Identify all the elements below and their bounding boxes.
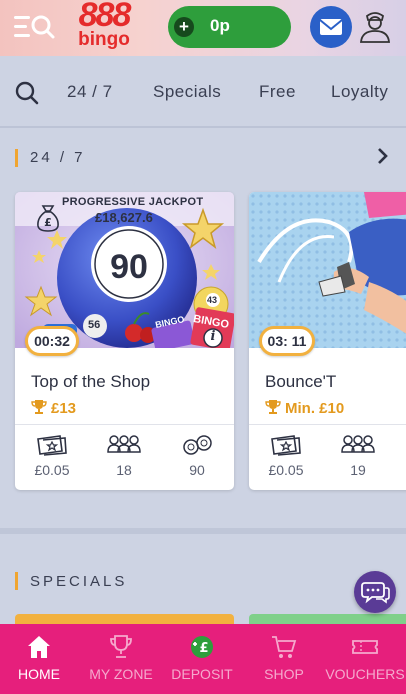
info-icon[interactable]: i [208, 329, 218, 344]
balance-button[interactable]: + 0p [168, 6, 291, 48]
game-title: Bounce'T [265, 372, 337, 391]
logo-word: bingo [78, 29, 130, 50]
card-divider [249, 424, 406, 425]
game-timer: 03: 11 [259, 326, 315, 356]
stat-ball-type: 90 [167, 434, 227, 478]
players-icon [107, 435, 141, 453]
ball-number: 90 [110, 248, 148, 286]
section-title-24-7: 24 / 7 [30, 149, 86, 166]
stat-ticket-price: £0.05 [256, 434, 316, 478]
voucher-icon [352, 640, 378, 654]
svg-text:£: £ [44, 216, 52, 229]
bottom-nav-vouchers[interactable]: VOUCHERS [324, 634, 406, 682]
ball-label: 56 [88, 319, 101, 331]
trophy-icon [110, 635, 132, 658]
game-timer: 00:32 [25, 326, 79, 356]
stat-ticket-price: £0.05 [22, 434, 82, 478]
user-button[interactable] [358, 8, 392, 44]
game-title: Top of the Shop [31, 372, 151, 391]
search-icon[interactable] [14, 80, 40, 106]
bottom-nav-label: MY ZONE [89, 666, 153, 682]
ball-label: 43 [207, 295, 218, 305]
mail-icon [319, 19, 343, 35]
app-header: 888 bingo + 0p [0, 0, 406, 56]
bottom-nav-my-zone[interactable]: MY ZONE [80, 634, 162, 682]
ball-type: 90 [189, 462, 205, 478]
chat-button[interactable] [354, 571, 396, 613]
players-icon [341, 435, 375, 453]
nav-item-free[interactable]: Free [259, 82, 296, 102]
bottom-nav-label: HOME [18, 666, 60, 682]
cart-icon [272, 636, 297, 658]
bottom-nav-label: VOUCHERS [325, 666, 405, 682]
chat-icon [361, 582, 390, 604]
game-image [249, 192, 406, 348]
ticket-price: £0.05 [268, 462, 304, 478]
stat-players: 18 [94, 434, 154, 478]
mail-button[interactable] [310, 6, 352, 48]
jackpot-value: £18,627.6 [95, 210, 153, 225]
prize-value: Min. £10 [285, 400, 345, 417]
bottom-nav-label: SHOP [264, 666, 304, 682]
ticket-icon [271, 435, 301, 456]
category-nav: 24 / 7 Specials Free Loyalty [0, 56, 406, 128]
stat-players: 19 [328, 434, 388, 478]
section-separator [0, 528, 406, 534]
prize-value: £13 [51, 400, 77, 417]
bottom-nav-shop[interactable]: SHOP [243, 634, 325, 682]
home-icon [28, 636, 50, 658]
game-prize: £13 [31, 399, 76, 417]
bingo-balls-icon [183, 435, 212, 455]
trophy-icon [31, 400, 47, 414]
brand-logo[interactable]: 888 bingo [68, 0, 140, 56]
nav-item-specials[interactable]: Specials [153, 82, 221, 102]
jackpot-label: PROGRESSIVE JACKPOT [62, 196, 204, 208]
ticket-icon [37, 435, 67, 456]
plus-icon: + [174, 17, 194, 37]
bottom-nav-deposit[interactable]: £ DEPOSIT [161, 634, 243, 682]
bottom-nav-label: DEPOSIT [171, 666, 233, 682]
deposit-icon: £ [191, 636, 213, 658]
player-count: 19 [350, 462, 366, 478]
user-icon [360, 12, 390, 43]
section-title-specials: SPECIALS [30, 573, 128, 590]
card-divider [15, 424, 234, 425]
bottom-nav: HOME MY ZONE £ DEPOSIT SHOP VOUCHERS [0, 624, 406, 694]
menu-search-icon [14, 15, 55, 39]
nav-item-loyalty[interactable]: Loyalty [331, 82, 388, 102]
game-prize: Min. £10 [265, 399, 344, 417]
ticket-price: £0.05 [34, 462, 70, 478]
menu-search-button[interactable] [14, 12, 58, 42]
player-count: 18 [116, 462, 132, 478]
deposit-symbol: £ [199, 641, 208, 656]
bottom-nav-home[interactable]: HOME [0, 634, 80, 682]
trophy-icon [265, 400, 281, 414]
section-accent-bar [15, 149, 18, 167]
section-accent-bar [15, 572, 18, 590]
balance-amount: 0p [210, 16, 230, 35]
nav-item-24-7[interactable]: 24 / 7 [67, 82, 113, 102]
chevron-right-icon[interactable] [376, 146, 390, 166]
